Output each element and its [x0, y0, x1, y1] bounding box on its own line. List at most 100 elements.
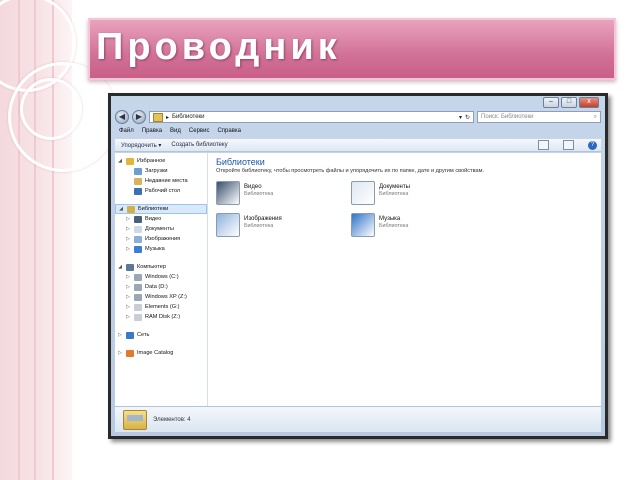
menu-help[interactable]: Справка: [217, 128, 241, 137]
library-type: Библиотека: [379, 191, 409, 197]
library-item[interactable]: Документы Библиотека: [351, 181, 451, 209]
tree-item-label: Библиотеки: [138, 206, 169, 212]
search-placeholder: Поиск: Библиотеки: [481, 114, 534, 120]
tree-item[interactable]: ▷ Видео: [115, 214, 207, 224]
tree-item-label: Компьютер: [137, 264, 166, 270]
forward-button[interactable]: ▶: [132, 110, 146, 124]
libraries-icon: [153, 112, 163, 122]
expanded-arrow-icon[interactable]: ◢: [118, 206, 124, 212]
menu-view[interactable]: Вид: [170, 128, 181, 137]
new-library-button[interactable]: Создать библиотеку: [171, 142, 227, 148]
window-controls: – □ x: [543, 97, 599, 108]
tree-item[interactable]: ▷ Windows (C:): [115, 272, 207, 282]
tree-item[interactable]: Недавние места: [115, 176, 207, 186]
library-folder-icon: [123, 409, 147, 430]
navigation-pane: ◢ Избранное Загрузки Недавние места Рабочий …: [115, 153, 208, 406]
minimize-button[interactable]: –: [543, 97, 559, 108]
collapsed-arrow-icon[interactable]: ▷: [125, 294, 131, 300]
tree-item[interactable]: ▷ Image Catalog: [115, 348, 207, 358]
drive-icon: [134, 313, 142, 321]
navigation-bar: ◀ ▶ ▸ Библиотеки ▾ ↻ Поиск: Библиотеки ⌕: [115, 109, 601, 125]
menu-file[interactable]: Файл: [119, 128, 134, 137]
collapsed-arrow-icon[interactable]: ▷: [125, 314, 131, 320]
documents-library-icon: [351, 181, 375, 205]
tree-item[interactable]: ▷ Документы: [115, 224, 207, 234]
search-input[interactable]: Поиск: Библиотеки ⌕: [477, 111, 601, 123]
tree-item-label: Image Catalog: [137, 350, 174, 356]
content-subtitle: Откройте библиотеку, чтобы просмотреть ф…: [216, 168, 485, 174]
tree-item-label: Недавние места: [145, 178, 188, 184]
address-path[interactable]: Библиотеки: [172, 114, 205, 120]
close-button[interactable]: x: [579, 97, 599, 108]
organize-button[interactable]: Упорядочить ▾: [121, 142, 161, 149]
tree-item[interactable]: ◢ Компьютер: [115, 262, 207, 272]
collapsed-arrow-icon[interactable]: ▷: [125, 304, 131, 310]
slide-title: Проводник: [96, 26, 341, 68]
network-icon: [126, 331, 134, 339]
collapsed-arrow-icon[interactable]: ▷: [125, 274, 131, 280]
tree-item[interactable]: ▷ RAM Disk (Z:): [115, 312, 207, 322]
maximize-button[interactable]: □: [561, 97, 577, 108]
search-icon[interactable]: ⌕: [594, 114, 597, 121]
tree-item[interactable]: Рабочий стол: [115, 186, 207, 196]
collapsed-arrow-icon[interactable]: ▷: [117, 332, 123, 338]
tree-item[interactable]: ▷ Музыка: [115, 244, 207, 254]
address-dropdown-icon[interactable]: ▾: [459, 114, 462, 121]
collapsed-arrow-icon[interactable]: ▷: [117, 350, 123, 356]
tree-item-label: Музыка: [145, 246, 165, 252]
drive-icon: [134, 303, 142, 311]
music-icon: [134, 245, 142, 253]
tree-item[interactable]: ◢ Избранное: [115, 156, 207, 166]
details-pane: Элементов: 4: [115, 406, 601, 432]
tree-item[interactable]: ◢ Библиотеки: [115, 204, 207, 214]
tree-item-label: Data (D:): [145, 284, 168, 290]
tree-item-label: Изображения: [145, 236, 181, 242]
collapsed-arrow-icon[interactable]: ▷: [125, 226, 131, 232]
view-options-icon[interactable]: [538, 140, 549, 150]
expanded-arrow-icon[interactable]: ◢: [117, 264, 123, 270]
recent-places-icon: [134, 177, 142, 185]
tree-item-label: Загрузки: [145, 168, 168, 174]
library-item[interactable]: Изображения Библиотека: [216, 213, 316, 241]
images-library-icon: [216, 213, 240, 237]
expanded-arrow-icon[interactable]: ◢: [117, 158, 123, 164]
tree-item[interactable]: ▷ Windows XP (Z:): [115, 292, 207, 302]
library-item[interactable]: Видео Библиотека: [216, 181, 316, 209]
video-icon: [134, 215, 142, 223]
address-bar[interactable]: ▸ Библиотеки ▾ ↻: [149, 111, 474, 123]
back-button[interactable]: ◀: [115, 110, 129, 124]
tree-item[interactable]: ▷ Изображения: [115, 234, 207, 244]
refresh-icon[interactable]: ↻: [465, 114, 470, 121]
collapsed-arrow-icon[interactable]: ▷: [125, 216, 131, 222]
menu-bar: Файл Правка Вид Сервис Справка: [115, 128, 601, 137]
library-name: Документы: [379, 184, 410, 190]
drive-icon: [134, 293, 142, 301]
explorer-window: – □ x ◀ ▶ ▸ Библиотеки ▾ ↻ Поиск: Библио…: [111, 96, 605, 436]
tree-item[interactable]: ▷ Сеть: [115, 330, 207, 340]
music-library-icon: [351, 213, 375, 237]
tree-item-label: Сеть: [137, 332, 150, 338]
documents-icon: [134, 225, 142, 233]
drive-icon: [134, 273, 142, 281]
menu-edit[interactable]: Правка: [142, 128, 162, 137]
tree-item-label: RAM Disk (Z:): [145, 314, 181, 320]
desktop-icon: [134, 187, 142, 195]
tree-item-label: Видео: [145, 216, 162, 222]
address-separator: ▸: [166, 114, 170, 121]
menu-tools[interactable]: Сервис: [189, 128, 210, 137]
collapsed-arrow-icon[interactable]: ▷: [125, 284, 131, 290]
tree-item-label: Windows (C:): [145, 274, 179, 280]
tree-item-label: Рабочий стол: [145, 188, 181, 194]
tree-item[interactable]: ▷ Data (D:): [115, 282, 207, 292]
collapsed-arrow-icon[interactable]: ▷: [125, 246, 131, 252]
library-item[interactable]: Музыка Библиотека: [351, 213, 451, 241]
help-icon[interactable]: ?: [588, 140, 597, 150]
tree-item-label: Документы: [145, 226, 174, 232]
tree-item-label: Избранное: [137, 158, 166, 164]
tree-item[interactable]: ▷ Elements (G:): [115, 302, 207, 312]
preview-pane-icon[interactable]: [563, 140, 574, 150]
collapsed-arrow-icon[interactable]: ▷: [125, 236, 131, 242]
tree-item[interactable]: Загрузки: [115, 166, 207, 176]
